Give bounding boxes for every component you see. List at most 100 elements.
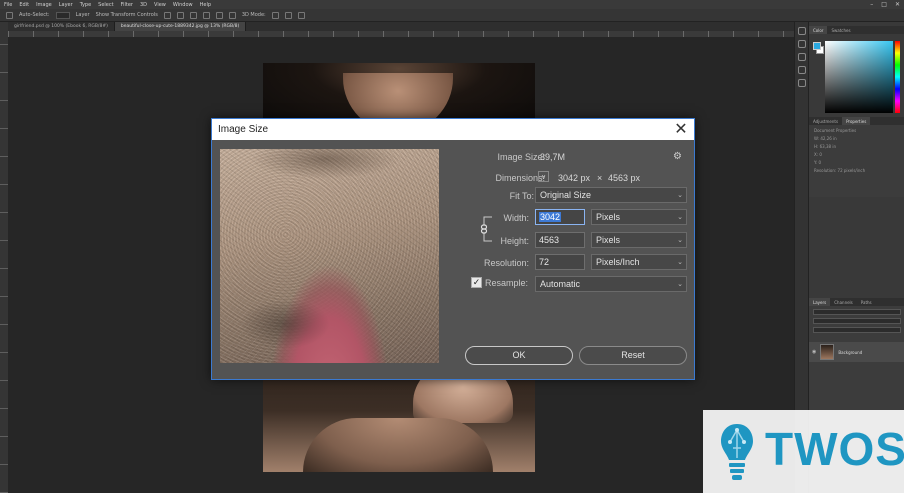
width-unit-dropdown[interactable]: Pixels ⌄ — [591, 209, 687, 225]
menu-item-filter[interactable]: Filter — [121, 2, 133, 8]
auto-select-label[interactable]: Auto-Select: — [19, 12, 50, 18]
layers-panel-tabs: Layers Channels Paths — [809, 298, 904, 306]
maximize-button[interactable]: □ — [881, 1, 887, 8]
align-middle-icon[interactable] — [176, 11, 184, 19]
document-tab[interactable]: girlfriend.psd @ 100% (Ebook 6, RGB/8#) — [8, 22, 115, 31]
close-icon[interactable]: ✕ — [672, 120, 690, 138]
3d-mode-label: 3D Mode: — [241, 12, 266, 18]
dimensions-unit-chevron-icon[interactable]: ∨ — [538, 171, 549, 182]
menu-item-view[interactable]: View — [154, 2, 166, 8]
image-size-value: 39,7M — [540, 152, 566, 162]
menu-item-help[interactable]: Help — [200, 2, 211, 8]
align-bottom-icon[interactable] — [189, 11, 197, 19]
height-input[interactable]: 4563 — [535, 232, 585, 248]
photo-neck — [303, 418, 493, 472]
chevron-down-icon: ⌄ — [677, 236, 683, 244]
tab-properties[interactable]: Properties — [842, 117, 871, 125]
properties-width: W: 42,26 in — [814, 136, 837, 141]
layer-row[interactable]: ◉ Background — [809, 342, 904, 362]
show-transform-controls-checkbox[interactable]: Show Transform Controls — [96, 12, 158, 18]
move-tool-icon[interactable] — [6, 11, 13, 19]
resample-checkbox[interactable]: ✓ — [471, 277, 482, 288]
menu-item-layer[interactable]: Layer — [59, 2, 73, 8]
lock-options-row[interactable] — [813, 327, 901, 333]
properties-resolution: Resolution: 72 pixels/inch — [814, 168, 866, 173]
character-icon[interactable] — [798, 66, 806, 74]
resolution-input[interactable]: 72 — [535, 254, 585, 270]
fit-to-dropdown[interactable]: Original Size ⌄ — [535, 187, 687, 203]
tab-paths[interactable]: Paths — [857, 298, 876, 306]
menu-item-edit[interactable]: Edit — [19, 2, 29, 8]
window-controls: – □ ✕ — [870, 0, 900, 9]
resample-dropdown[interactable]: Automatic ⌄ — [535, 276, 687, 292]
align-top-icon[interactable] — [163, 11, 171, 19]
brush-settings-icon[interactable] — [798, 40, 806, 48]
blend-mode-dropdown[interactable] — [813, 318, 901, 324]
dimensions-times: × — [597, 173, 603, 183]
minimize-button[interactable]: – — [870, 1, 873, 8]
resolution-unit-dropdown[interactable]: Pixels/Inch ⌄ — [591, 254, 687, 270]
properties-height: H: 63,38 in — [814, 144, 836, 149]
watermark-text: TWOS — [765, 423, 904, 475]
3d-roll-icon[interactable] — [284, 11, 292, 19]
properties-y: Y: 0 — [814, 160, 822, 165]
photoshop-window: File Edit Image Layer Type Select Filter… — [0, 0, 904, 493]
layer-filter-field[interactable] — [813, 309, 901, 315]
height-unit-value: Pixels — [596, 235, 621, 245]
ok-button[interactable]: OK — [465, 346, 573, 365]
align-left-icon[interactable] — [202, 11, 210, 19]
width-input[interactable]: 3042 — [535, 209, 585, 225]
hue-slider[interactable] — [895, 41, 900, 113]
width-value: 3042 — [539, 212, 562, 222]
gear-icon[interactable]: ⚙ — [673, 151, 682, 162]
resolution-unit-value: Pixels/Inch — [596, 257, 640, 267]
dimensions-width-value: 3042 px — [558, 173, 591, 183]
layer-thumbnail — [820, 344, 835, 360]
align-right-icon[interactable] — [228, 11, 236, 19]
reset-button[interactable]: Reset — [579, 346, 687, 365]
history-icon[interactable] — [798, 27, 806, 35]
3d-rotate-icon[interactable] — [271, 11, 279, 19]
width-label: Width: — [503, 213, 529, 223]
resolution-label: Resolution: — [483, 258, 529, 268]
close-window-button[interactable]: ✕ — [895, 1, 900, 8]
menu-item-3d[interactable]: 3D — [140, 2, 147, 8]
constrain-proportions-link-icon[interactable] — [480, 215, 494, 243]
info-icon[interactable] — [798, 53, 806, 61]
properties-title: Document Properties — [814, 128, 857, 133]
chevron-down-icon: ⌄ — [677, 213, 683, 221]
properties-x: X: 0 — [814, 152, 822, 157]
image-size-dialog: Image Size ✕ Image Size: 39,7M ⚙ Dimensi… — [211, 118, 695, 380]
align-center-icon[interactable] — [215, 11, 223, 19]
document-tab-active[interactable]: beautiful-close-up-cute-1889342.jpg @ 13… — [114, 22, 247, 31]
chevron-down-icon: ⌄ — [677, 280, 683, 288]
3d-pan-icon[interactable] — [297, 11, 305, 19]
menu-item-type[interactable]: Type — [80, 2, 91, 8]
tab-channels[interactable]: Channels — [830, 298, 857, 306]
color-picker-field[interactable] — [825, 41, 893, 113]
menu-item-image[interactable]: Image — [36, 2, 52, 8]
vertical-ruler — [0, 22, 8, 493]
preview-dark-patch — [240, 299, 330, 349]
height-unit-dropdown[interactable]: Pixels ⌄ — [591, 232, 687, 248]
lightbulb-icon — [721, 424, 753, 480]
color-panel-tabs: Color Swatches — [809, 26, 904, 34]
menu-item-select[interactable]: Select — [98, 2, 113, 8]
paragraph-icon[interactable] — [798, 79, 806, 87]
menu-item-file[interactable]: File — [4, 2, 12, 8]
image-preview[interactable] — [220, 149, 439, 363]
foreground-color-swatch[interactable] — [813, 42, 821, 50]
preview-shadow — [250, 149, 400, 179]
visibility-eye-icon[interactable]: ◉ — [812, 349, 816, 355]
auto-select-target-dropdown[interactable] — [55, 11, 70, 19]
resample-label: Resample: — [485, 278, 529, 288]
dialog-titlebar[interactable]: Image Size ✕ — [212, 119, 694, 140]
tab-adjustments[interactable]: Adjustments — [809, 117, 842, 125]
tab-layers[interactable]: Layers — [809, 298, 831, 306]
tab-swatches[interactable]: Swatches — [827, 26, 854, 34]
chevron-down-icon: ⌄ — [677, 191, 683, 199]
menu-item-window[interactable]: Window — [173, 2, 193, 8]
resample-value: Automatic — [540, 279, 581, 289]
properties-panel: Adjustments Properties Document Properti… — [809, 117, 904, 197]
tab-color[interactable]: Color — [809, 26, 828, 34]
